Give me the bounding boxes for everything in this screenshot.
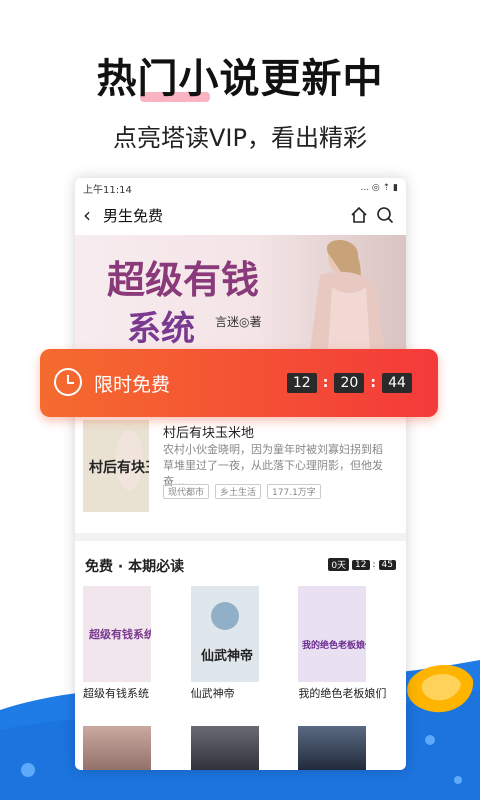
banner-author: 言迷◎著 xyxy=(215,315,262,329)
book-tag: 现代都市 xyxy=(163,484,210,499)
grid-book-item[interactable]: 我的绝色老板娘们 我的绝色老板娘们 xyxy=(298,586,398,701)
grid-book-cover-text: 超级有钱系统 xyxy=(88,627,151,641)
book-name: 村后有块玉米地 xyxy=(163,426,255,441)
book-grid: 超级有钱系统 超级有钱系统 仙武神帝 仙武神帝 我的绝色老板娘们 我的绝色老板娘… xyxy=(83,586,398,701)
status-icons: ... ◎ ⇡ ▮ xyxy=(360,183,398,193)
countdown-hours: 12 xyxy=(286,373,317,393)
grid-book-item[interactable] xyxy=(190,726,291,770)
promo-banner[interactable]: 超级有钱 系统 言迷◎著 xyxy=(75,235,406,350)
countdown-timer: 12 : 20 : 44 xyxy=(286,373,412,393)
book-cover-text: 村后有块玉米地 xyxy=(89,459,149,476)
book-tags: 现代都市 乡土生活 177.1万字 xyxy=(163,484,321,499)
grid-book-item[interactable] xyxy=(83,726,183,770)
section-title: 免费 · 本期必读 xyxy=(85,559,185,575)
orange-float-ring xyxy=(407,665,474,713)
grid-book-cover: 仙武神帝 xyxy=(190,586,259,682)
page-title: 男生免费 xyxy=(103,206,164,225)
grid-book-item[interactable] xyxy=(298,726,398,770)
banner-title-line2: 系统 xyxy=(127,309,195,349)
headline: 热门小说更新中 xyxy=(96,56,384,102)
book-cover-image: 村后有块玉米地 xyxy=(83,420,149,512)
banner-figure-image xyxy=(310,239,384,350)
section-timer-minutes: 45 xyxy=(378,559,396,570)
status-bar: 上午11:14 ... ◎ ⇡ ▮ xyxy=(75,178,406,198)
book-description: 农村小伙金晓明，因为童年时被刘寡妇拐到稻草堆里过了一夜，从此落下心理阴影，但他发… xyxy=(163,443,383,488)
grid-book-item[interactable]: 超级有钱系统 超级有钱系统 xyxy=(83,586,183,701)
book-card[interactable]: 村后有块玉米地 村后有块玉米地 农村小伙金晓明，因为童年时被刘寡妇拐到稻草堆里过… xyxy=(83,420,398,530)
grid-book-cover xyxy=(298,726,367,770)
section-timer: 0天 12 : 45 xyxy=(328,558,396,571)
grid-book-cover xyxy=(83,726,151,770)
grid-book-item[interactable]: 仙武神帝 仙武神帝 xyxy=(190,586,291,701)
grid-book-name: 仙武神帝 xyxy=(190,687,235,700)
book-grid-row-2 xyxy=(83,726,398,770)
section-timer-hours: 12 xyxy=(352,559,370,570)
grid-book-cover xyxy=(190,726,259,770)
clock-icon xyxy=(54,368,82,396)
countdown-minutes: 20 xyxy=(334,373,365,393)
section-timer-days: 0天 xyxy=(328,558,350,571)
phone-screen: 上午11:14 ... ◎ ⇡ ▮ ‹ 男生免费 超级有钱 系统 言迷◎著 村后… xyxy=(75,178,406,770)
status-time: 上午11:14 xyxy=(83,184,132,196)
search-icon[interactable] xyxy=(372,206,398,224)
grid-book-cover-text: 仙武神帝 xyxy=(201,648,253,664)
book-tag: 乡土生活 xyxy=(215,484,262,499)
home-icon[interactable] xyxy=(346,206,372,224)
top-bar: ‹ 男生免费 xyxy=(75,198,406,232)
back-arrow-icon[interactable]: ‹ xyxy=(83,203,103,227)
grid-book-name: 我的绝色老板娘们 xyxy=(298,687,387,700)
grid-book-name: 超级有钱系统 xyxy=(83,687,149,700)
banner-title-line1: 超级有钱 xyxy=(107,257,260,302)
grid-book-cover-text: 我的绝色老板娘们 xyxy=(302,639,366,651)
limited-free-label: 限时免费 xyxy=(94,374,171,396)
limited-free-bar[interactable]: 限时免费 12 : 20 : 44 xyxy=(40,349,438,417)
countdown-seconds: 44 xyxy=(382,373,412,393)
grid-book-cover: 超级有钱系统 xyxy=(83,586,151,682)
grid-book-cover: 我的绝色老板娘们 xyxy=(298,586,367,682)
subline: 点亮塔读VIP，看出精彩 xyxy=(113,124,367,152)
section-divider xyxy=(75,533,406,541)
book-tag: 177.1万字 xyxy=(267,484,321,499)
